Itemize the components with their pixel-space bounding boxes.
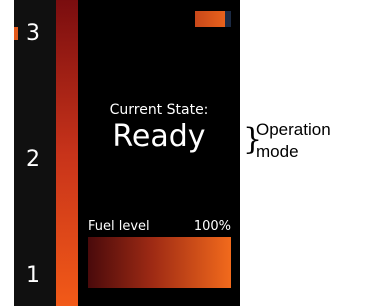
status-indicator-tail [225,11,231,27]
heat-gradient-bar [56,0,78,306]
status-indicator [195,11,225,27]
level-1-label: 1 [26,263,40,288]
fuel-level-value: 100% [193,219,231,234]
operation-mode-annotation: Operation mode [256,120,331,161]
fuel-level-bar [88,237,231,288]
level-scale: 3 2 1 [14,0,56,306]
level-2-label: 2 [26,147,40,172]
active-level-marker [14,27,18,40]
current-state-value: Ready [112,119,206,154]
fuel-level-fill [88,237,231,288]
display-panel: Current State: Ready Fuel level 100% [78,0,240,306]
level-3-label: 3 [26,21,40,46]
fuel-level-label: Fuel level [88,219,150,234]
